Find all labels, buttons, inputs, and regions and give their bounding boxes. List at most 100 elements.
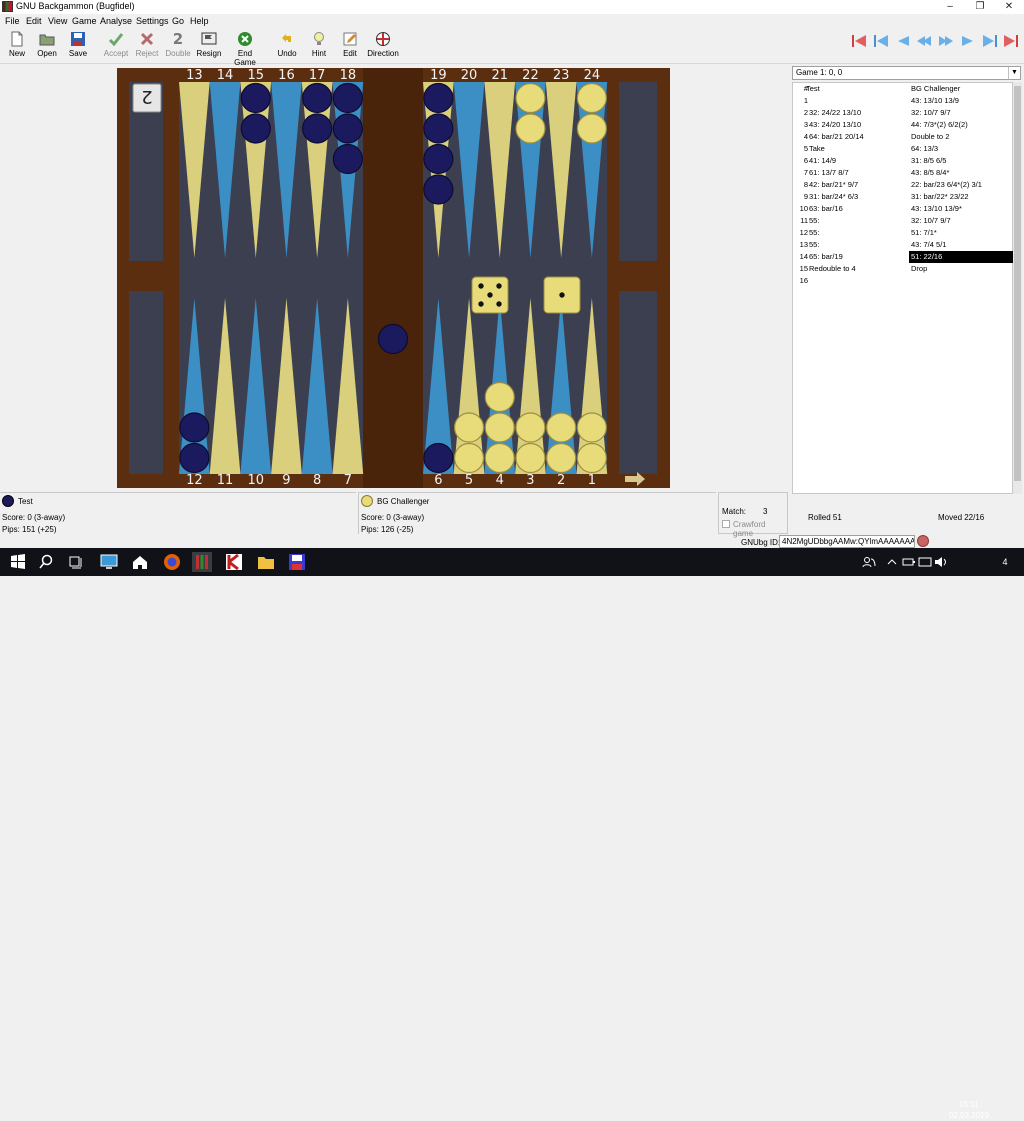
menu-game[interactable]: Game (72, 16, 97, 26)
chevron-down-icon[interactable]: ▼ (1008, 67, 1020, 79)
checker-yellow-point-2[interactable] (546, 442, 577, 474)
previous-move-icon[interactable] (916, 33, 932, 49)
next-game-icon[interactable] (982, 33, 998, 49)
crawford-checkbox[interactable] (722, 520, 730, 528)
checker-blue-point-15[interactable] (240, 113, 271, 144)
move-list-row[interactable]: 11 55: 32: 10/7 9/7 (793, 215, 1014, 227)
resign-button[interactable]: Resign (195, 30, 223, 63)
checker-blue-point-6[interactable] (423, 442, 454, 474)
task-view-icon[interactable] (66, 552, 86, 572)
chevron-up-icon[interactable] (886, 552, 898, 572)
checker-yellow-point-4[interactable] (484, 442, 515, 474)
checker-blue-point-19[interactable] (423, 113, 454, 144)
search-icon[interactable] (36, 552, 56, 572)
menu-analyse[interactable]: Analyse (100, 16, 132, 26)
checker-yellow-point-2[interactable] (546, 412, 577, 443)
battery-icon[interactable] (902, 552, 916, 572)
move-list[interactable]: # Test BG Challenger 1 43: 13/10 13/9 2 32:… (792, 82, 1013, 494)
firefox-icon[interactable] (162, 552, 182, 572)
menu-file[interactable]: File (5, 16, 20, 26)
previous-roll-icon[interactable] (895, 33, 911, 49)
move-list-row[interactable]: 7 61: 13/7 8/7 43: 8/5 8/4* (793, 167, 1014, 179)
checker-yellow-point-22[interactable] (515, 113, 546, 144)
checker-yellow-point-1[interactable] (576, 412, 607, 443)
checker-yellow-point-22[interactable] (515, 82, 546, 114)
backgammon-board[interactable]: 13 12 14 11 15 10 16 9 17 8 18 7 19 6 20 5 21 4 22 3 23 2 24 1 2 (117, 68, 670, 488)
checker-blue-point-12[interactable] (179, 412, 210, 443)
move-list-row[interactable]: 8 42: bar/21* 9/7 22: bar/23 6/4*(2) 3/1 (793, 179, 1014, 191)
move-list-row[interactable]: 13 55: 43: 7/4 5/1 (793, 239, 1014, 251)
move-list-row[interactable]: 6 41: 14/9 31: 8/5 6/5 (793, 155, 1014, 167)
checker-blue-point-17[interactable] (302, 113, 333, 144)
checker-yellow-point-3[interactable] (515, 412, 546, 443)
checker-blue-point-18[interactable] (332, 82, 363, 114)
checker-blue-point-17[interactable] (302, 82, 333, 114)
direction-button[interactable]: Direction (366, 30, 400, 63)
gnubg-taskbar-icon[interactable] (192, 552, 212, 572)
checker-blue-on-bar[interactable] (377, 323, 409, 355)
first-game-icon[interactable] (851, 33, 867, 49)
maximize-button[interactable]: ❐ (965, 0, 995, 14)
undo-button[interactable]: Undo (276, 30, 298, 63)
home-icon[interactable] (130, 552, 150, 572)
move-list-row[interactable]: 15 Redouble to 4 Drop (793, 263, 1014, 275)
end-game-button[interactable]: End Game (226, 30, 264, 67)
open-button[interactable]: Open (34, 30, 60, 63)
move-list-row[interactable]: 1 43: 13/10 13/9 (793, 95, 1014, 107)
network-icon[interactable] (918, 552, 932, 572)
windows-start-icon[interactable] (8, 552, 28, 572)
move-list-row[interactable]: 10 63: bar/16 43: 13/10 13/9* (793, 203, 1014, 215)
taskbar-clock[interactable]: 15:11 02.03.2019 (948, 1099, 990, 1121)
checker-yellow-point-1[interactable] (576, 442, 607, 474)
minimize-button[interactable]: – (935, 0, 965, 14)
checker-yellow-point-4[interactable] (484, 381, 515, 413)
notifications-icon[interactable]: 4 (996, 554, 1014, 570)
next-move-icon[interactable] (938, 33, 954, 49)
k-app-icon[interactable] (224, 552, 244, 572)
move-list-row[interactable]: 16 (793, 275, 1014, 287)
close-button[interactable]: ✕ (994, 0, 1024, 14)
menu-settings[interactable]: Settings (136, 16, 169, 26)
save-app-icon[interactable] (287, 552, 307, 572)
checker-blue-point-18[interactable] (332, 143, 363, 175)
board-surface[interactable]: 1312141115101691781871962052142232322412 (117, 68, 670, 488)
checker-blue-point-19[interactable] (423, 82, 454, 114)
accept-button[interactable]: Accept (102, 30, 130, 63)
center-bar[interactable] (363, 68, 423, 488)
move-list-row[interactable]: 4 64: bar/21 20/14 Double to 2 (793, 131, 1014, 143)
gnubg-id-field[interactable]: 4N2MgUDbbgAAMw:QYlmAAAAAAAE (779, 535, 915, 548)
move-list-row[interactable]: 12 55: 51: 7/1* (793, 227, 1014, 239)
people-icon[interactable] (862, 552, 876, 572)
last-game-icon[interactable] (1003, 33, 1019, 49)
checker-blue-point-19[interactable] (423, 174, 454, 205)
checker-yellow-point-5[interactable] (453, 412, 485, 443)
hint-button[interactable]: Hint (308, 30, 330, 63)
menu-view[interactable]: View (48, 16, 67, 26)
move-list-row[interactable]: 3 43: 24/20 13/10 44: 7/3*(2) 6/2(2) (793, 119, 1014, 131)
reject-button[interactable]: Reject (134, 30, 160, 63)
scrollbar-thumb[interactable] (1014, 86, 1021, 481)
checker-blue-point-12[interactable] (179, 442, 210, 474)
move-list-row[interactable]: 5 Take 64: 13/3 (793, 143, 1014, 155)
volume-icon[interactable] (934, 552, 948, 572)
checker-yellow-point-4[interactable] (484, 412, 515, 443)
menu-help[interactable]: Help (190, 16, 209, 26)
file-explorer-icon[interactable] (256, 552, 276, 572)
menu-edit[interactable]: Edit (26, 16, 42, 26)
checker-blue-point-15[interactable] (240, 82, 271, 114)
move-list-row[interactable]: 9 31: bar/24* 6/3 31: bar/22* 23/22 (793, 191, 1014, 203)
checker-yellow-point-3[interactable] (515, 442, 546, 474)
save-button[interactable]: Save (66, 30, 90, 63)
computer-icon[interactable] (99, 552, 119, 572)
clear-id-icon[interactable] (917, 535, 929, 547)
game-selector-dropdown[interactable]: Game 1: 0, 0 ▼ (792, 66, 1021, 80)
next-roll-icon[interactable] (960, 33, 976, 49)
move-list-row[interactable]: 14 65: bar/19 51: 22/16 (793, 251, 1014, 263)
checker-blue-point-19[interactable] (423, 143, 454, 175)
checker-blue-point-18[interactable] (332, 113, 363, 144)
checker-yellow-point-24[interactable] (576, 113, 607, 144)
double-button[interactable]: 2 Double (164, 30, 192, 63)
checker-yellow-point-5[interactable] (453, 442, 485, 474)
new-button[interactable]: New (6, 30, 28, 63)
menu-go[interactable]: Go (172, 16, 184, 26)
